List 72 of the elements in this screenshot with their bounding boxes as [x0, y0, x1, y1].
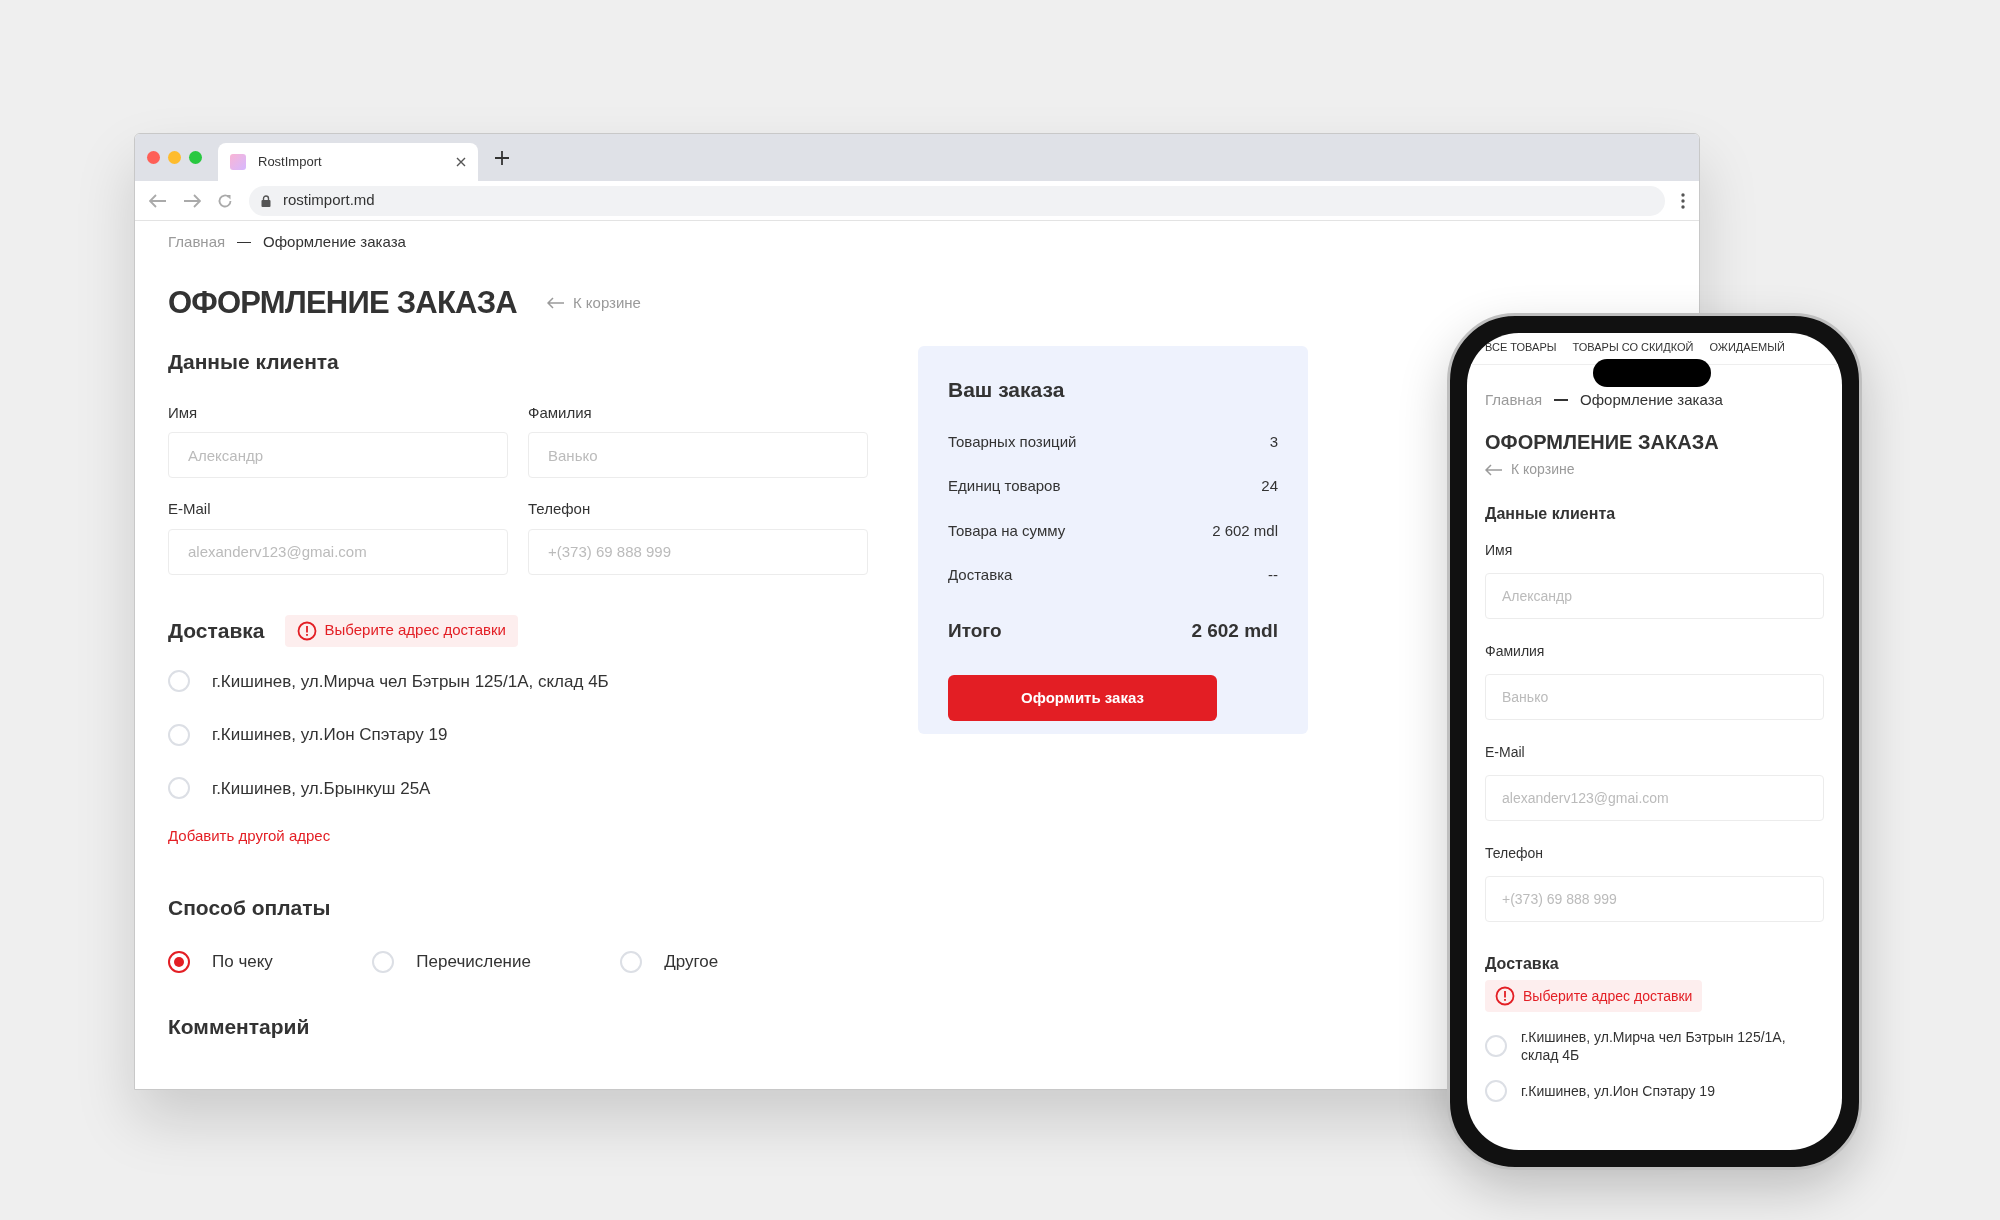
page-title: ОФОРМЛЕНИЕ ЗАКАЗА — [168, 283, 517, 322]
url-text: rostimport.md — [283, 190, 375, 211]
address-option[interactable]: г.Кишинев, ул.Брынкуш 25А — [212, 775, 431, 801]
section-heading: Комментарий — [168, 1013, 311, 1040]
summary-value: -- — [1268, 565, 1278, 585]
field-label: Имя — [168, 402, 199, 423]
field-label: Имя — [1485, 541, 1514, 560]
input-field[interactable]: Александр — [1485, 573, 1824, 619]
input-field[interactable]: Александр — [168, 432, 508, 478]
section-heading: Доставка — [168, 617, 265, 644]
more-icon — [1681, 192, 1685, 209]
arrow-left-icon — [1485, 463, 1503, 476]
payment-option[interactable]: Перечисление — [416, 949, 531, 975]
section-heading: Данные клиента — [1485, 504, 1617, 524]
payment-option[interactable]: По чеку — [212, 949, 273, 975]
input-field[interactable]: alexanderv123@gmai.com — [1485, 775, 1824, 821]
field-label: E-Mail — [1485, 743, 1526, 762]
radio-button[interactable] — [168, 950, 190, 973]
nav-link[interactable]: ОЖИДАЕМЫЙ — [1709, 339, 1785, 356]
forward-icon — [183, 193, 201, 208]
alert-icon — [296, 620, 317, 641]
tab-title: RostImport — [258, 153, 323, 172]
summary-label: Товара на сумму — [948, 520, 1066, 541]
close-icon — [456, 157, 466, 167]
warning-text: Выберите адрес доставки — [324, 620, 506, 641]
browser-tab[interactable]: RostImport — [218, 143, 478, 181]
url-field[interactable]: rostimport.md — [249, 185, 1665, 216]
reload-icon — [217, 192, 233, 209]
warning-text: Выберите адрес доставки — [1523, 986, 1693, 1006]
field-label: Фамилия — [1485, 642, 1546, 661]
back-icon — [149, 193, 167, 208]
summary-label: Товарных позиций — [948, 431, 1077, 452]
minimize-window-icon[interactable] — [168, 151, 181, 164]
new-tab-icon — [494, 149, 510, 166]
address-option[interactable]: г.Кишинев, ул.Мирча чел Бэтрын 125/1А, склад 4Б — [1521, 1028, 1824, 1064]
summary-value: 3 — [1269, 431, 1278, 452]
lock-icon — [261, 194, 271, 207]
summary-label: Единиц товаров — [948, 476, 1061, 496]
input-field[interactable]: Ванько — [528, 432, 868, 478]
field-label: E-Mail — [168, 499, 212, 519]
payment-option[interactable]: Другое — [664, 949, 719, 975]
arrow-left-icon — [546, 296, 565, 309]
breadcrumb-link[interactable]: Оформление заказа — [1580, 388, 1723, 411]
input-field[interactable]: Ванько — [1485, 674, 1824, 720]
nav-link[interactable]: ТОВАРЫ СО СКИДКОЙ — [1572, 339, 1694, 356]
maximize-window-icon[interactable] — [189, 151, 202, 164]
input-field[interactable]: +(373) 69 888 999 — [1485, 876, 1824, 922]
summary-value: 24 — [1261, 476, 1278, 496]
place-order-button[interactable]: Оформить заказ — [948, 675, 1217, 721]
nav-link[interactable]: ВСЕ ТОВАРЫ — [1485, 339, 1557, 356]
alert-icon — [1495, 986, 1515, 1006]
field-label: Телефон — [1485, 844, 1545, 863]
breadcrumb-link[interactable]: Оформление заказа — [263, 231, 406, 254]
section-heading: Способ оплаты — [168, 894, 332, 921]
address-option[interactable]: г.Кишинев, ул.Ион Спэтару 19 — [212, 722, 448, 748]
field-label: Фамилия — [528, 402, 593, 423]
address-option[interactable]: г.Кишинев, ул.Ион Спэтару 19 — [1521, 1082, 1715, 1100]
address-option[interactable]: г.Кишинев, ул.Мирча чел Бэтрын 125/1А, склад 4Б — [212, 668, 609, 694]
total-label: Итого — [948, 618, 1002, 643]
summary-value: 2 602 mdl — [1212, 520, 1278, 541]
input-field[interactable]: alexanderv123@gmai.com — [168, 528, 508, 575]
section-heading: Доставка — [1485, 954, 1560, 974]
summary-label: Доставка — [948, 565, 1013, 585]
page-title: ОФОРМЛЕНИЕ ЗАКАЗА — [1485, 430, 1720, 455]
close-window-icon[interactable] — [147, 151, 160, 164]
field-label: Телефон — [528, 499, 592, 519]
input-field[interactable]: +(373) 69 888 999 — [528, 528, 868, 575]
add-address-link[interactable]: Добавить другой адрес — [168, 825, 868, 848]
favicon-icon — [230, 154, 246, 170]
summary-title: Ваш заказа — [948, 377, 1066, 403]
section-heading: Данные клиента — [168, 349, 340, 375]
total-value: 2 602 mdl — [1191, 618, 1278, 643]
